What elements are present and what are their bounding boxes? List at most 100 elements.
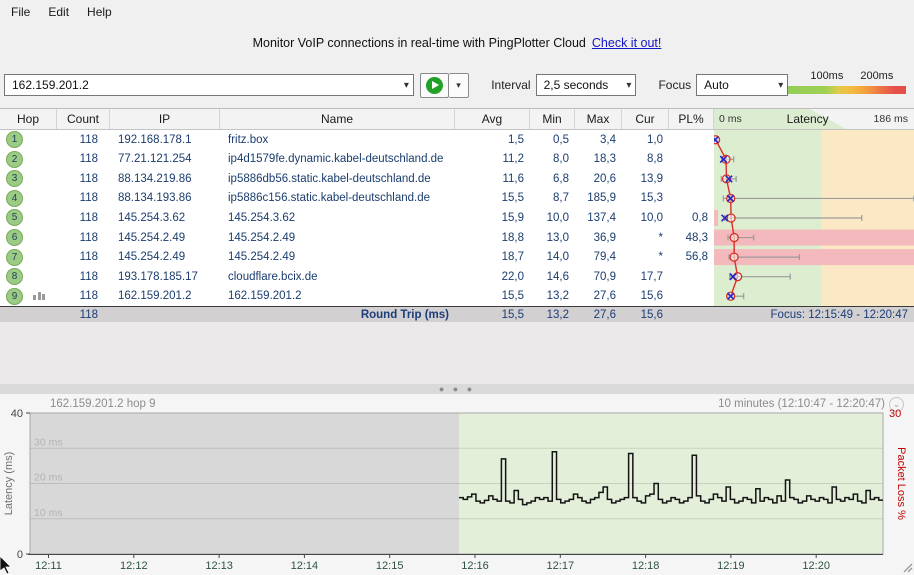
- cell-avg: 15,5: [501, 290, 524, 303]
- column-header-hop[interactable]: Hop: [0, 109, 57, 129]
- legend-200ms-label: 200ms: [860, 70, 894, 82]
- column-header-cur[interactable]: Cur: [622, 109, 669, 129]
- cell-min: 14,6: [546, 270, 569, 283]
- focus-combobox[interactable]: Auto ▾: [696, 74, 789, 96]
- column-header-count[interactable]: Count: [57, 109, 110, 129]
- interval-combobox[interactable]: 2,5 seconds ▾: [535, 74, 637, 96]
- cell-min: 8,0: [553, 153, 569, 166]
- table-footer: 118 Round Trip (ms) 15,5 13,2 27,6 15,6 …: [0, 306, 914, 322]
- footer-cur: 15,6: [640, 308, 663, 321]
- cell-cur: *: [658, 251, 663, 264]
- cell-min: 14,0: [546, 251, 569, 264]
- focus-value: Auto: [704, 78, 729, 92]
- target-combobox[interactable]: 162.159.201.2 ▾: [4, 74, 414, 96]
- cell-cur: 17,7: [640, 270, 663, 283]
- cell-count: 118: [79, 153, 98, 166]
- splitter-handle[interactable]: ● ● ●: [0, 384, 914, 394]
- svg-text:10 ms: 10 ms: [34, 507, 63, 519]
- cell-name: ip4d1579fe.dynamic.kabel-deutschland.de: [228, 153, 444, 166]
- cell-pl: [669, 130, 714, 150]
- cell-pl: [669, 150, 714, 170]
- column-header-pl[interactable]: PL%: [669, 109, 714, 129]
- svg-text:20 ms: 20 ms: [34, 472, 63, 484]
- column-header-ip[interactable]: IP: [110, 109, 220, 129]
- cell-hop: 2: [0, 150, 57, 170]
- cell-min: 13,0: [546, 231, 569, 244]
- svg-text:30 ms: 30 ms: [34, 436, 63, 448]
- latency-range-graph: [714, 130, 914, 306]
- latency-gradient-bar: [788, 86, 906, 94]
- cell-cur: *: [658, 231, 663, 244]
- cell-count: 118: [79, 211, 98, 224]
- cell-name: 145.254.3.62: [228, 211, 296, 224]
- banner-text: Monitor VoIP connections in real-time wi…: [252, 36, 586, 50]
- hop-number-badge: 9: [6, 287, 23, 305]
- cell-name: 145.254.2.49: [228, 251, 296, 264]
- footer-max: 27,6: [593, 308, 616, 321]
- cell-pl: [669, 169, 714, 189]
- cell-avg: 18,7: [501, 251, 524, 264]
- menu-bar: File Edit Help: [0, 0, 914, 24]
- cell-cur: 1,0: [647, 133, 663, 146]
- play-icon: [425, 76, 443, 94]
- cell-ip: 162.159.201.2: [118, 290, 192, 303]
- menu-item-file[interactable]: File: [2, 1, 39, 23]
- legend-100ms-label: 100ms: [810, 70, 844, 82]
- column-header-name[interactable]: Name: [220, 109, 455, 129]
- cell-avg: 15,9: [501, 211, 524, 224]
- svg-text:12:17: 12:17: [547, 560, 575, 572]
- svg-text:40: 40: [11, 408, 23, 420]
- svg-text:12:20: 12:20: [802, 560, 830, 572]
- resize-grip-icon[interactable]: [901, 561, 913, 573]
- toolbar: 162.159.201.2 ▾ ▾ Interval 2,5 seconds ▾…: [0, 62, 914, 108]
- start-trace-button[interactable]: [419, 72, 449, 98]
- cell-ip: 77.21.121.254: [118, 153, 192, 166]
- cell-count: 118: [79, 270, 98, 283]
- svg-text:12:19: 12:19: [717, 560, 745, 572]
- cell-cur: 15,3: [640, 192, 663, 205]
- hop-number-badge: 4: [6, 189, 23, 207]
- cell-max: 18,3: [593, 153, 616, 166]
- cell-cur: 13,9: [640, 172, 663, 185]
- column-header-min[interactable]: Min: [530, 109, 575, 129]
- cell-max: 137,4: [587, 211, 616, 224]
- menu-item-edit[interactable]: Edit: [39, 1, 78, 23]
- cell-pl: [669, 189, 714, 209]
- menu-item-help[interactable]: Help: [78, 1, 121, 23]
- cell-max: 79,4: [593, 251, 616, 264]
- timeline-chart[interactable]: 30 ms 20 ms 10 ms 40 0 Latency (ms) 30 Packet L…: [0, 394, 914, 575]
- banner-link[interactable]: Check it out!: [592, 36, 661, 50]
- cell-name: ip5886db56.static.kabel-deutschland.de: [228, 172, 431, 185]
- cell-max: 27,6: [593, 290, 616, 303]
- cell-count: 118: [79, 290, 98, 303]
- column-header-latency[interactable]: 0 ms Latency 186 ms: [714, 109, 914, 129]
- cell-ip: 88.134.193.86: [118, 192, 192, 205]
- cell-cur: 8,8: [647, 153, 663, 166]
- timeline-graph-icon[interactable]: [33, 292, 45, 301]
- cell-count: 118: [79, 192, 98, 205]
- trace-table: Hop Count IP Name Avg Min Max Cur PL% 0 ms Latency…: [0, 108, 914, 322]
- cell-count: 118: [79, 133, 98, 146]
- dropdown-arrow-icon[interactable]: ▾: [404, 80, 409, 91]
- dropdown-arrow-icon[interactable]: ▾: [626, 80, 631, 91]
- cell-hop: 7: [0, 247, 57, 267]
- dropdown-arrow-icon[interactable]: ▾: [778, 80, 783, 91]
- table-body: 1 118 192.168.178.1 fritz.box 1,5 0,5 3,4 1,0 2 1…: [0, 130, 914, 306]
- column-header-max[interactable]: Max: [575, 109, 622, 129]
- cell-name: fritz.box: [228, 133, 269, 146]
- cell-hop: 3: [0, 169, 57, 189]
- cell-name: ip5886c156.static.kabel-deutschland.de: [228, 192, 431, 205]
- cell-hop: 1: [0, 130, 57, 150]
- timeline-panel: 162.159.201.2 hop 9 10 minutes (12:10:47…: [0, 394, 914, 575]
- pingplotter-window: File Edit Help Monitor VoIP connections in…: [0, 0, 914, 575]
- svg-text:0: 0: [17, 549, 23, 561]
- svg-text:12:18: 12:18: [632, 560, 660, 572]
- cell-min: 6,8: [553, 172, 569, 185]
- cell-cur: 15,6: [640, 290, 663, 303]
- cell-hop: 9: [0, 286, 57, 306]
- cell-min: 0,5: [553, 133, 569, 146]
- column-header-avg[interactable]: Avg: [455, 109, 530, 129]
- cell-name: 145.254.2.49: [228, 231, 296, 244]
- start-options-button[interactable]: ▾: [448, 72, 470, 98]
- cell-avg: 18,8: [501, 231, 524, 244]
